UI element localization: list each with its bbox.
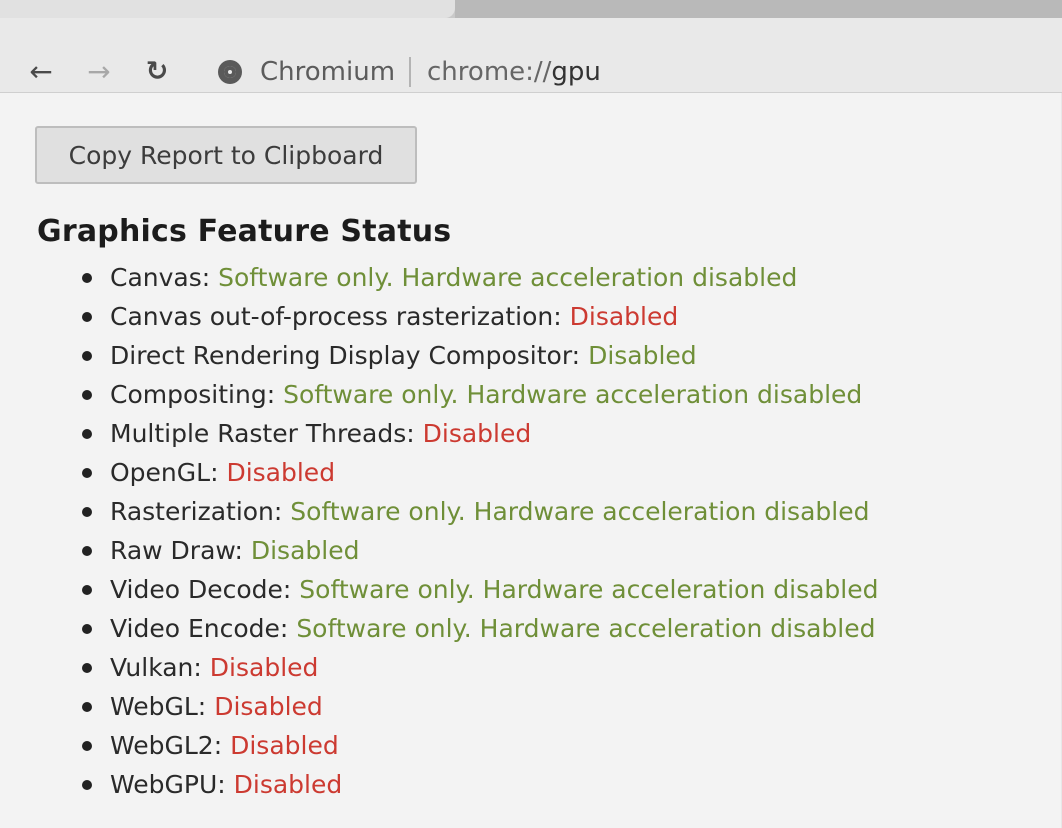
feature-status-item: Video Decode: Software only. Hardware ac… bbox=[76, 570, 878, 609]
url-scheme: chrome:// bbox=[427, 57, 552, 87]
feature-name: WebGL2: bbox=[110, 731, 223, 760]
feature-status-item: Vulkan: Disabled bbox=[76, 648, 878, 687]
feature-status-value: Disabled bbox=[226, 458, 336, 487]
feature-name: Direct Rendering Display Compositor: bbox=[110, 341, 581, 370]
feature-status-item: WebGL: Disabled bbox=[76, 687, 878, 726]
feature-name: OpenGL: bbox=[110, 458, 219, 487]
feature-status-value: Disabled bbox=[569, 302, 679, 331]
origin-label: Chromium bbox=[260, 57, 396, 87]
bullet-icon bbox=[82, 390, 92, 400]
feature-status-item: OpenGL: Disabled bbox=[76, 453, 878, 492]
graphics-feature-status-title: Graphics Feature Status bbox=[37, 214, 452, 249]
address-divider bbox=[409, 57, 412, 87]
bullet-icon bbox=[82, 351, 92, 361]
feature-status-list: Canvas: Software only. Hardware accelera… bbox=[76, 258, 878, 804]
feature-name: Raw Draw: bbox=[110, 536, 243, 565]
back-button[interactable]: ← bbox=[24, 54, 58, 88]
feature-status-item: Rasterization: Software only. Hardware a… bbox=[76, 492, 878, 531]
feature-status-item: Direct Rendering Display Compositor: Dis… bbox=[76, 336, 878, 375]
feature-name: Compositing: bbox=[110, 380, 276, 409]
feature-status-item: Raw Draw: Disabled bbox=[76, 531, 878, 570]
feature-name: WebGL: bbox=[110, 692, 207, 721]
feature-name: WebGPU: bbox=[110, 770, 226, 799]
feature-status-value: Software only. Hardware acceleration dis… bbox=[296, 614, 876, 643]
active-tab[interactable] bbox=[0, 0, 455, 18]
bullet-icon bbox=[82, 273, 92, 283]
bullet-icon bbox=[82, 312, 92, 322]
reload-icon: ↻ bbox=[145, 55, 169, 87]
feature-status-value: Software only. Hardware acceleration dis… bbox=[218, 263, 798, 292]
reload-button[interactable]: ↻ bbox=[140, 54, 174, 88]
feature-status-value: Software only. Hardware acceleration dis… bbox=[283, 380, 863, 409]
browser-toolbar: ← → ↻ Chromium chrome://gpu bbox=[0, 18, 1062, 93]
feature-status-value: Disabled bbox=[230, 731, 339, 760]
feature-status-value: Disabled bbox=[233, 770, 343, 799]
feature-status-item: Multiple Raster Threads: Disabled bbox=[76, 414, 878, 453]
feature-name: Rasterization: bbox=[110, 497, 283, 526]
address-bar[interactable]: Chromium chrome://gpu bbox=[206, 44, 1026, 100]
feature-name: Canvas out-of-process rasterization: bbox=[110, 302, 562, 331]
feature-status-item: Canvas out-of-process rasterization: Dis… bbox=[76, 297, 878, 336]
feature-status-item: Video Encode: Software only. Hardware ac… bbox=[76, 609, 878, 648]
feature-status-item: WebGL2: Disabled bbox=[76, 726, 878, 765]
feature-status-value: Software only. Hardware acceleration dis… bbox=[299, 575, 879, 604]
feature-status-value: Disabled bbox=[214, 692, 323, 721]
chromium-logo-icon bbox=[218, 60, 242, 84]
arrow-right-icon: → bbox=[87, 54, 111, 88]
feature-status-value: Disabled bbox=[209, 653, 319, 682]
arrow-left-icon: ← bbox=[29, 54, 53, 88]
feature-name: Vulkan: bbox=[110, 653, 202, 682]
tab-strip bbox=[0, 0, 1062, 18]
feature-status-item: Canvas: Software only. Hardware accelera… bbox=[76, 258, 878, 297]
bullet-icon bbox=[82, 702, 92, 712]
url-path: gpu bbox=[551, 57, 601, 87]
bullet-icon bbox=[82, 585, 92, 595]
feature-status-value: Disabled bbox=[422, 419, 532, 448]
bullet-icon bbox=[82, 741, 92, 751]
feature-name: Canvas: bbox=[110, 263, 211, 292]
feature-status-value: Disabled bbox=[250, 536, 360, 565]
url-text[interactable]: chrome://gpu bbox=[427, 57, 601, 87]
forward-button[interactable]: → bbox=[82, 54, 116, 88]
bullet-icon bbox=[82, 546, 92, 556]
feature-status-item: WebGPU: Disabled bbox=[76, 765, 878, 804]
copy-report-button[interactable]: Copy Report to Clipboard bbox=[35, 126, 417, 184]
feature-name: Video Encode: bbox=[110, 614, 289, 643]
bullet-icon bbox=[82, 624, 92, 634]
bullet-icon bbox=[82, 429, 92, 439]
feature-name: Video Decode: bbox=[110, 575, 292, 604]
bullet-icon bbox=[82, 780, 92, 790]
browser-window: ← → ↻ Chromium chrome://gpu Copy Report … bbox=[0, 0, 1062, 828]
bullet-icon bbox=[82, 507, 92, 517]
tab-strip-background bbox=[455, 0, 1062, 18]
feature-name: Multiple Raster Threads: bbox=[110, 419, 415, 448]
feature-status-item: Compositing: Software only. Hardware acc… bbox=[76, 375, 878, 414]
bullet-icon bbox=[82, 663, 92, 673]
bullet-icon bbox=[82, 468, 92, 478]
feature-status-value: Disabled bbox=[588, 341, 697, 370]
feature-status-value: Software only. Hardware acceleration dis… bbox=[290, 497, 870, 526]
